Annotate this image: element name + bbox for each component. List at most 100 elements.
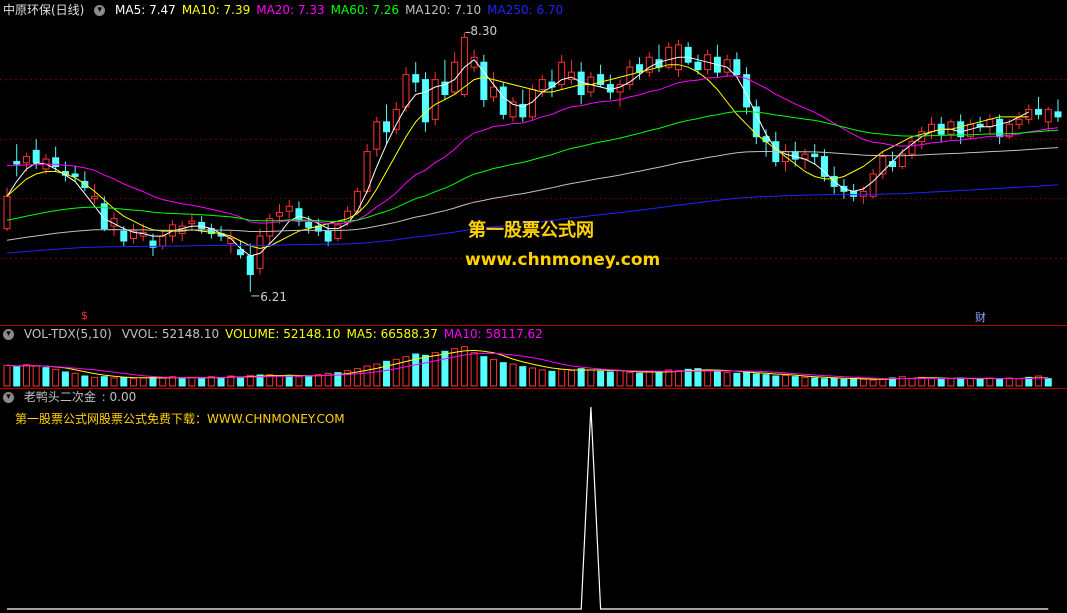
chevron-down-icon[interactable]: ▾ (3, 392, 14, 403)
candle-body (392, 108, 400, 130)
candle-body (947, 121, 955, 135)
volume-bar (110, 377, 118, 387)
volume-bar (704, 370, 712, 387)
volume-bar (237, 376, 245, 387)
volume-bar (684, 368, 692, 387)
candle-body (32, 149, 40, 164)
volume-bar (577, 368, 585, 387)
volume-bar (811, 377, 819, 387)
candle-body (285, 205, 293, 212)
event-marker-dollar[interactable]: $ (81, 309, 88, 322)
volume-bar (782, 374, 790, 387)
candle-body (480, 61, 488, 100)
volume-bar (820, 378, 828, 387)
indicator-name[interactable]: 老鸭头二次金 (24, 390, 96, 404)
volume-bar (91, 376, 99, 387)
chevron-down-icon[interactable]: ▾ (3, 329, 14, 340)
panel-divider-volume (0, 388, 1067, 389)
volume-bar (986, 377, 994, 387)
volume-chart[interactable] (0, 342, 1067, 388)
low-price-label: 6.21 (260, 289, 287, 304)
candle-body (431, 79, 439, 120)
volume-bar (275, 375, 283, 387)
candle-body (1035, 108, 1043, 115)
volume-bar (791, 376, 799, 387)
volume-bar (100, 376, 108, 387)
volume-bar (22, 364, 30, 387)
volume-indicator-1: VOLUME: 52148.10 (225, 327, 341, 341)
candle-body (577, 71, 585, 96)
volume-bar (733, 372, 741, 387)
volume-bar (441, 350, 449, 387)
volume-bar (713, 370, 721, 387)
volume-bar (490, 358, 498, 387)
volume-ma5-line (6, 349, 1049, 380)
volume-ma10-line (6, 352, 1049, 380)
volume-bar (743, 371, 751, 387)
volume-bar (1044, 378, 1052, 387)
volume-bar (460, 346, 468, 387)
volume-bar (937, 378, 945, 387)
indicator-chart[interactable] (0, 405, 1067, 613)
candle-body (412, 74, 420, 83)
candle-body (850, 190, 858, 197)
candle-body (1044, 108, 1052, 123)
volume-bar (927, 377, 935, 387)
volume-bar (178, 378, 186, 387)
candle-body (22, 156, 30, 164)
volume-bar (859, 378, 867, 387)
event-marker-finance[interactable]: 财 (975, 309, 986, 325)
volume-bar (567, 370, 575, 387)
candle-body (927, 123, 935, 133)
volume-bar (61, 371, 69, 387)
volume-bar (558, 368, 566, 387)
volume-bar (373, 363, 381, 387)
candle-body (52, 157, 60, 168)
candle-body (723, 59, 731, 73)
volume-indicator-2: MA5: 66588.37 (346, 327, 438, 341)
volume-bar (626, 372, 634, 387)
candle-body (859, 190, 867, 197)
volume-bar (597, 370, 605, 387)
volume-bar (81, 375, 89, 387)
indicator-value: : 0.00 (101, 390, 137, 404)
volume-bar (587, 369, 595, 387)
volume-bar (616, 370, 624, 387)
volume-bar (159, 377, 167, 387)
candle-body (684, 46, 692, 63)
candle-body (188, 220, 196, 225)
volume-bar (509, 363, 517, 387)
candle-body (353, 190, 361, 212)
volume-bar (314, 374, 322, 387)
volume-bar (13, 366, 21, 387)
indicator-panel-header: ▾ 老鸭头二次金 : 0.00 (3, 389, 142, 405)
volume-bar (480, 356, 488, 387)
price-chart[interactable] (0, 0, 1067, 326)
candle-body (986, 118, 994, 128)
volume-bar (32, 365, 40, 387)
volume-bar (966, 378, 974, 387)
volume-bar (529, 367, 536, 387)
volume-bar (869, 379, 877, 387)
volume-bar (431, 352, 439, 387)
candle-body (1025, 108, 1033, 120)
candle-body (811, 153, 819, 158)
candle-body (324, 230, 332, 242)
volume-indicator-3: MA10: 58117.62 (443, 327, 543, 341)
volume-bar (879, 378, 887, 387)
volume-bar (762, 374, 770, 387)
volume-bar (421, 354, 429, 387)
volume-indicator-name[interactable]: VOL-TDX(5,10) (24, 327, 112, 341)
volume-bar (1015, 378, 1023, 387)
volume-bar (840, 378, 848, 387)
candle-body (402, 74, 410, 108)
volume-bar (801, 376, 809, 387)
volume-bar (42, 367, 50, 387)
volume-bar (198, 377, 206, 387)
candle-body (636, 64, 644, 73)
candle-body (1015, 118, 1023, 125)
volume-bar (957, 377, 965, 387)
high-price-label: 8.30 (470, 24, 498, 39)
candle-body (295, 208, 303, 222)
candle-body (120, 230, 128, 242)
